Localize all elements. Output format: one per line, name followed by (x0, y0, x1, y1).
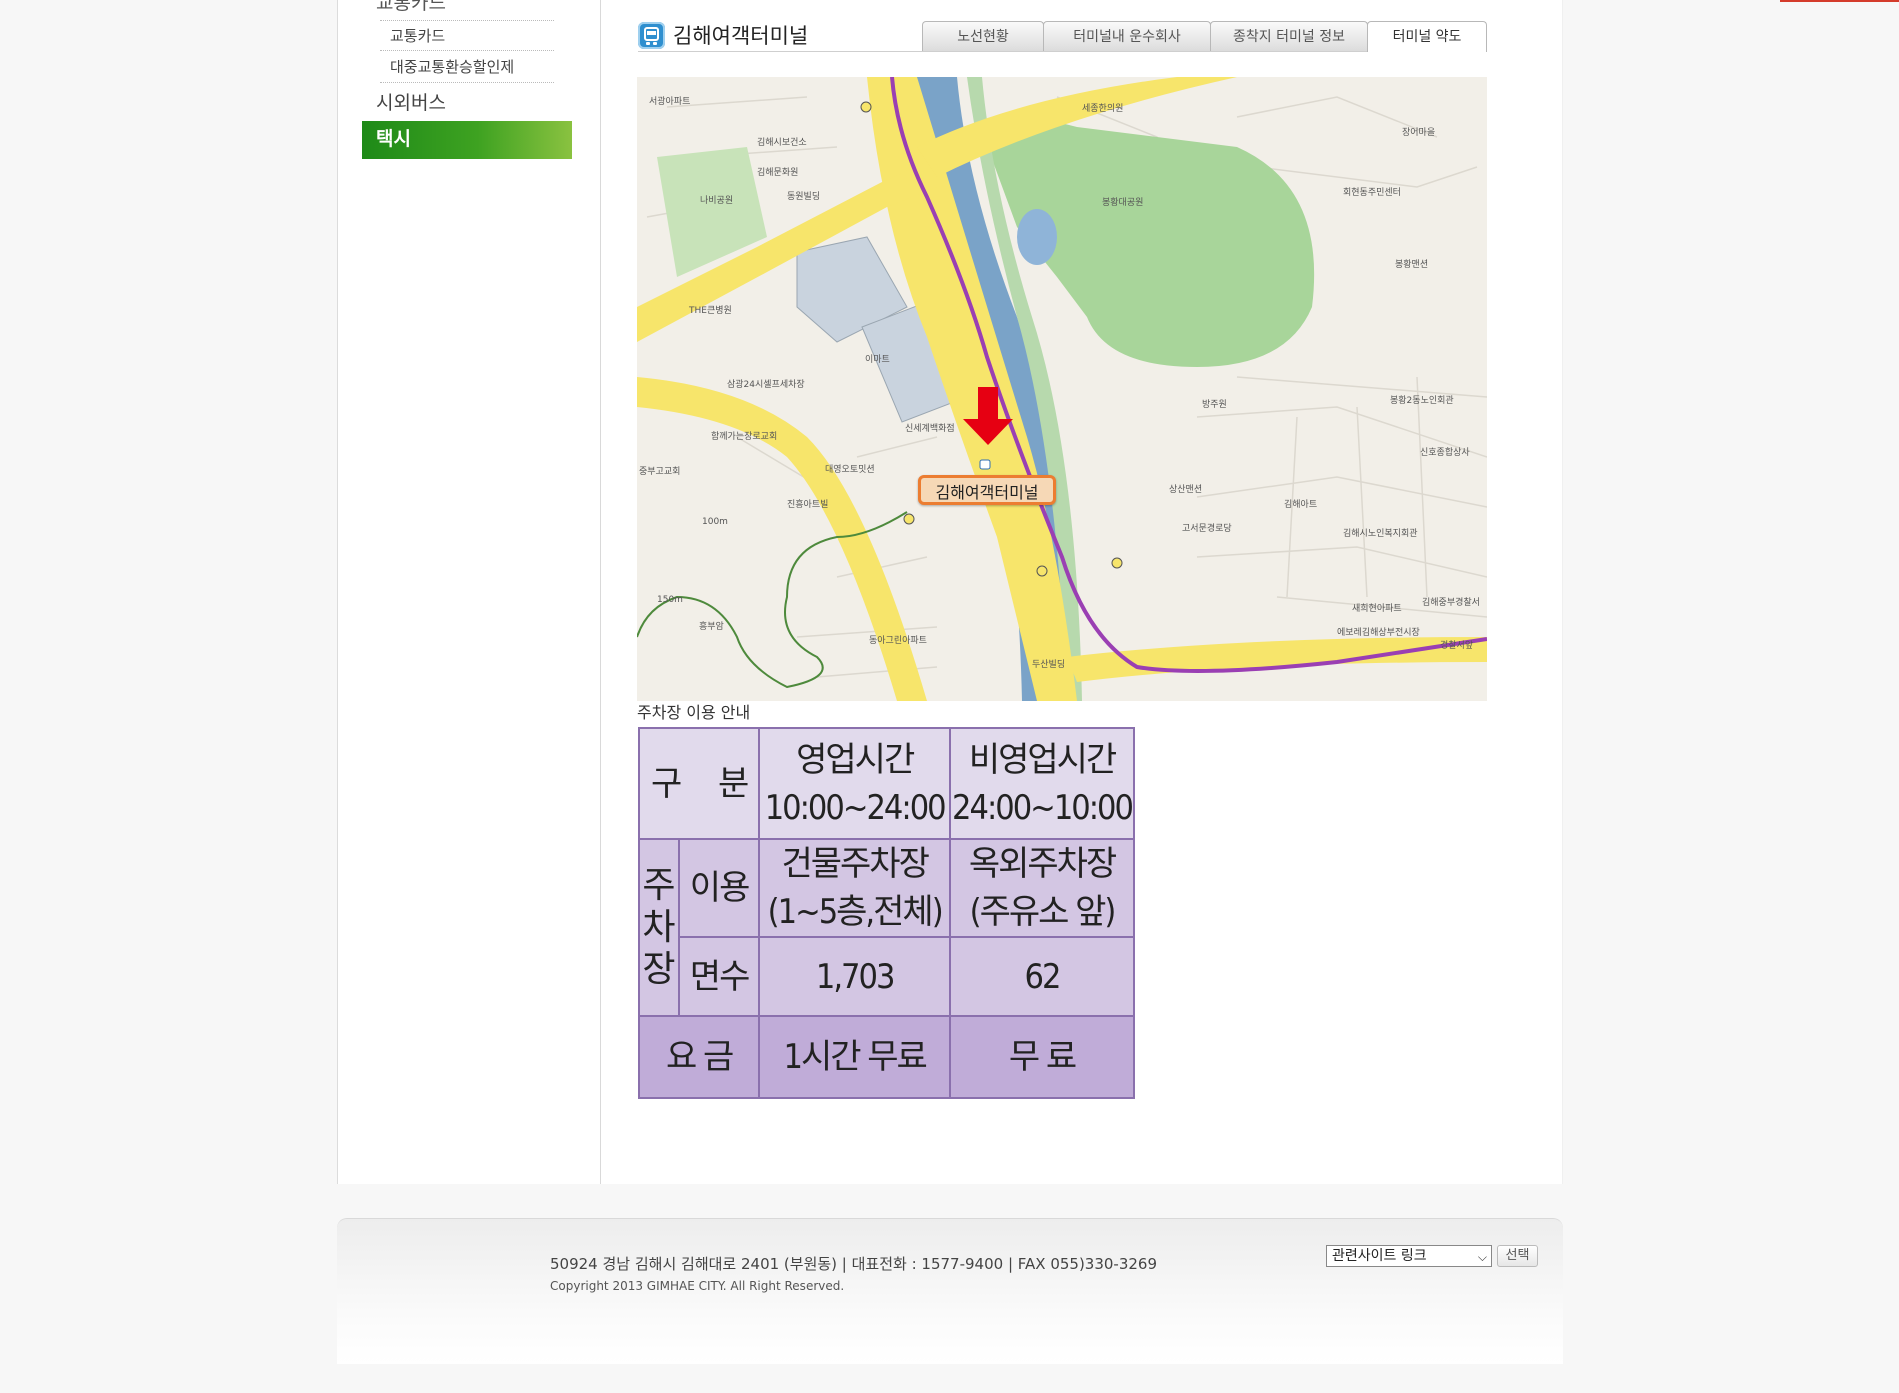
header-business-hours-label: 영업시간 (796, 739, 915, 780)
map-label: 봉황맨션 (1395, 260, 1429, 270)
related-sites-select[interactable]: 관련사이트 링크 ⌵ (1326, 1245, 1492, 1267)
map-label: 김해시노인복지회관 (1343, 529, 1418, 539)
map-label: 동아그린아파트 (869, 636, 927, 646)
usage-building-line2: (1~5층,전체) (767, 892, 944, 932)
map-label: 이마트 (865, 355, 890, 365)
usage-outdoor-line1: 옥외주차장 (968, 844, 1117, 884)
map-label: 두산빌딩 (1032, 660, 1066, 670)
chevron-down-icon: ⌵ (1477, 1250, 1487, 1264)
map-label: 신세계백화점 (905, 424, 955, 434)
map-label: 방주원 (1202, 400, 1227, 410)
usage-outdoor-line2: (주유소 앞) (969, 892, 1117, 932)
header-gubun: 구 분 (637, 727, 761, 840)
map-label: 함께가는장로교회 (711, 432, 778, 442)
map-label: 고서문경로당 (1182, 524, 1232, 534)
map-label: 장어마을 (1402, 128, 1436, 138)
spaces-building: 1,703 (758, 936, 952, 1017)
related-sites-select-value: 관련사이트 링크 (1332, 1248, 1427, 1264)
tab-terminal-map[interactable]: 터미널 약도 (1367, 21, 1487, 52)
footer-address: 50924 경남 김해시 김해대로 2401 (부원동) | 대표전화 : 15… (550, 1255, 1158, 1273)
header-off-hours: 비영업시간 24:00~10:00 (949, 727, 1135, 840)
map-label: 새희현아파트 (1352, 604, 1402, 614)
map-label: 봉황2동노인회관 (1390, 396, 1454, 406)
map-label: 흥부암 (699, 622, 724, 632)
map-label: 회현동주민센터 (1343, 188, 1401, 198)
sidebar-subitem-transit-card[interactable]: 교통카드 (380, 20, 554, 51)
group-char: 차 (642, 906, 676, 948)
left-sidebar: 교통카드 교통카드 대중교통환승할인제 시외버스 택시 (338, 0, 601, 1184)
header-business-hours: 영업시간 10:00~24:00 (758, 727, 952, 840)
map-label: 대영오토밋션 (825, 465, 875, 475)
map-label: 동원빌딩 (787, 192, 821, 202)
sidebar-item-intercity-bus[interactable]: 시외버스 (362, 85, 572, 122)
sidebar-subitem-transfer-discount[interactable]: 대중교통환승할인제 (380, 52, 554, 83)
map-label: 김해시보건소 (757, 138, 807, 148)
map-label: 봉황대공원 (1102, 198, 1144, 208)
usage-building-line1: 건물주차장 (781, 844, 929, 884)
footer: 50924 경남 김해시 김해대로 2401 (부원동) | 대표전화 : 15… (337, 1218, 1563, 1364)
map-label: 김해아트 (1284, 500, 1318, 510)
tab-destination-terminals[interactable]: 종착지 터미널 정보 (1210, 21, 1368, 51)
map-label: 김해문화원 (757, 168, 799, 178)
row-fee-label: 요 금 (637, 1015, 761, 1099)
map-label: 경찰서앞 (1440, 641, 1474, 651)
spaces-outdoor: 62 (949, 936, 1135, 1017)
map-label: 상산맨션 (1169, 485, 1203, 495)
usage-outdoor: 옥외주차장 (주유소 앞) (949, 838, 1135, 938)
sidebar-item-transit-card-cut[interactable]: 교통카드 (376, 0, 446, 15)
row-usage-label: 이용 (677, 838, 761, 938)
map-label: 150m (657, 595, 683, 605)
map-label: 나비공원 (700, 196, 734, 206)
map-label: 진흥아트빌 (787, 500, 829, 510)
map-label: 100m (702, 517, 728, 527)
header-off-hours-label: 비영업시간 (968, 739, 1117, 780)
map-label: THE큰병원 (689, 306, 732, 316)
map-label: 중부고교회 (639, 467, 681, 477)
map-label: 서광아파트 (649, 97, 691, 107)
tab-bus-companies[interactable]: 터미널내 운수회사 (1043, 21, 1211, 51)
fee-building: 1시간 무료 (758, 1015, 952, 1099)
tab-routes[interactable]: 노선현황 (922, 21, 1044, 51)
parking-group-label: 주차장 (638, 838, 680, 1017)
footer-copyright: Copyright 2013 GIMHAE CITY. All Right Re… (550, 1279, 845, 1293)
map-label: 에보레김해상부전시장 (1337, 628, 1420, 638)
group-char: 장 (642, 948, 676, 990)
header-business-hours-time: 10:00~24:00 (764, 787, 947, 828)
row-spaces-label: 면수 (677, 936, 761, 1017)
top-accent-line (1780, 0, 1899, 2)
sidebar-item-taxi[interactable]: 택시 (362, 121, 572, 159)
map-label: 삼광24시셀프세차장 (727, 380, 805, 390)
bus-icon (638, 22, 665, 49)
page-title: 김해여객터미널 (673, 24, 809, 48)
map-label: 신호종합상사 (1420, 448, 1470, 458)
fee-outdoor: 무 료 (949, 1015, 1135, 1099)
map-label: 세종한의원 (1082, 104, 1124, 114)
header-off-hours-time: 24:00~10:00 (952, 787, 1134, 828)
group-char: 주 (642, 864, 676, 906)
tab-bar: 노선현황 터미널내 운수회사 종착지 터미널 정보 터미널 약도 (922, 21, 1487, 52)
related-sites-go-button[interactable]: 선택 (1497, 1245, 1538, 1267)
map-label: 김해중부경찰서 (1422, 598, 1480, 608)
parking-info-table: 구 분 영업시간 10:00~24:00 비영업시간 24:00~10:00 주차장… (637, 727, 1135, 1099)
parking-caption: 주차장 이용 안내 (637, 703, 751, 722)
terminal-location-tag: 김해여객터미널 (918, 475, 1056, 505)
terminal-location-map: 서광아파트 김해시보건소 김해문화원 동원빌딩 나비공원 THE큰병원 이마트 … (637, 77, 1487, 701)
usage-building: 건물주차장 (1~5층,전체) (758, 838, 952, 938)
